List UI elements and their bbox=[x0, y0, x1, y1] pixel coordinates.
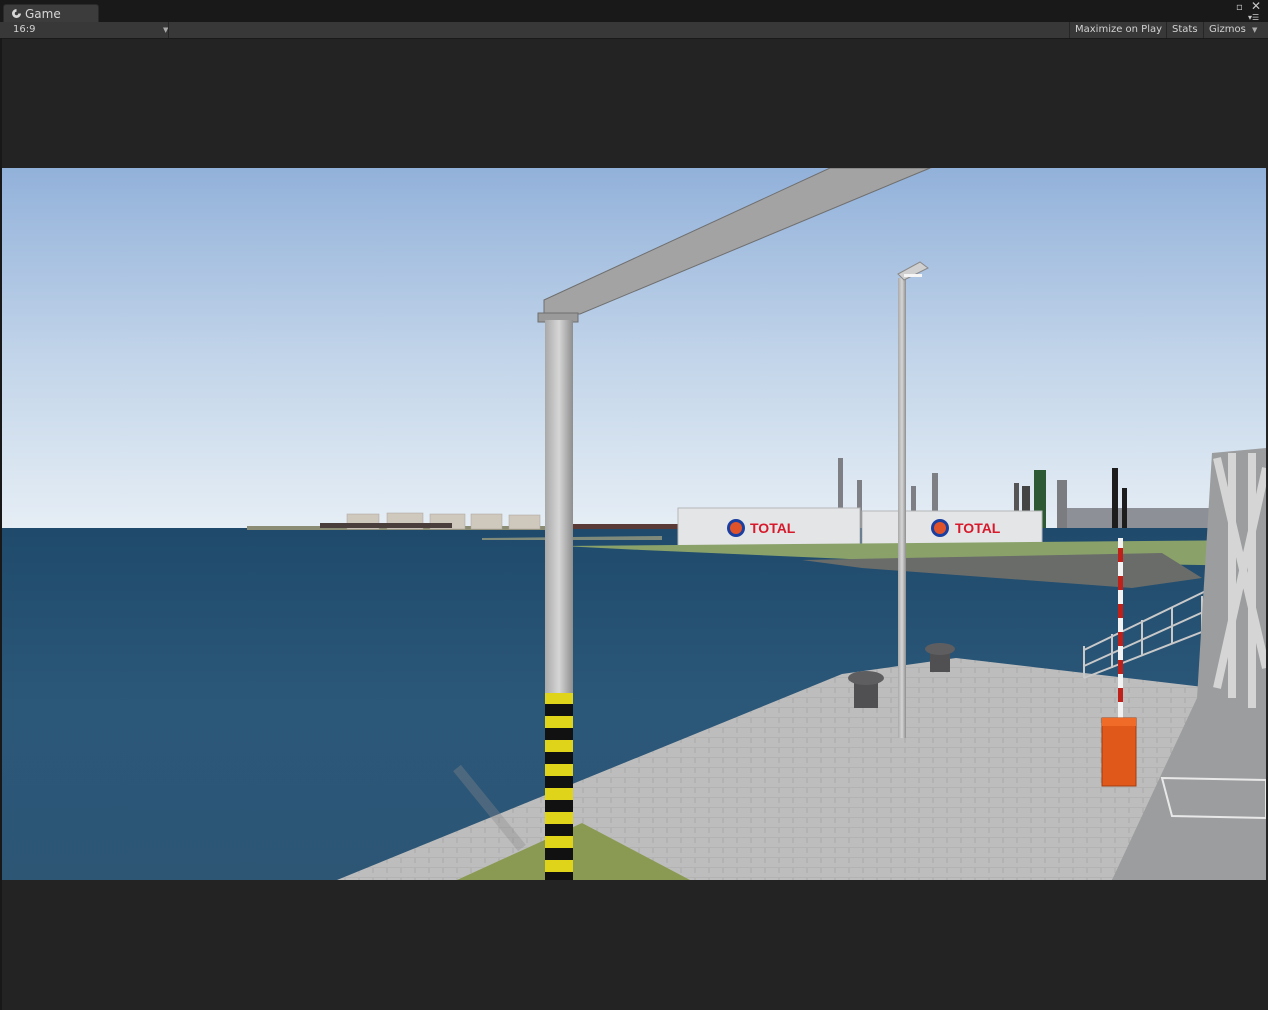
toolbar-divider bbox=[1166, 22, 1167, 38]
aspect-ratio-value: 16:9 bbox=[13, 24, 36, 35]
toolbar-divider bbox=[168, 22, 169, 38]
toolbar-divider bbox=[1069, 22, 1070, 38]
tanker-ship bbox=[320, 523, 452, 528]
close-icon[interactable]: ✕ bbox=[1251, 0, 1261, 12]
scene-render: TOTAL TOTAL bbox=[2, 168, 1266, 880]
tab-title: Game bbox=[25, 7, 61, 21]
tank-brand-left: TOTAL bbox=[750, 520, 796, 536]
toolbar-divider bbox=[1203, 22, 1204, 38]
maximize-window-icon[interactable]: ▫ bbox=[1236, 3, 1243, 13]
unity-game-icon bbox=[12, 9, 21, 18]
sky bbox=[2, 168, 1266, 530]
gizmos-dropdown-arrow[interactable]: ▼ bbox=[1252, 26, 1257, 34]
tank-brand-right: TOTAL bbox=[955, 520, 1001, 536]
gizmos-toggle[interactable]: Gizmos bbox=[1209, 24, 1246, 35]
game-toolbar: 16:9 ▼ Maximize on Play Stats Gizmos ▼ bbox=[0, 22, 1268, 39]
total-oil-tanks: TOTAL TOTAL bbox=[677, 507, 1043, 547]
tab-game[interactable]: Game bbox=[3, 4, 99, 22]
stats-toggle[interactable]: Stats bbox=[1172, 24, 1198, 35]
game-viewport[interactable]: TOTAL TOTAL bbox=[2, 168, 1266, 880]
maximize-on-play-toggle[interactable]: Maximize on Play bbox=[1075, 24, 1162, 35]
aspect-ratio-dropdown[interactable]: 16:9 ▼ bbox=[6, 23, 168, 37]
tab-bar: Game ▫ ✕ ▾☰ bbox=[0, 0, 1268, 22]
